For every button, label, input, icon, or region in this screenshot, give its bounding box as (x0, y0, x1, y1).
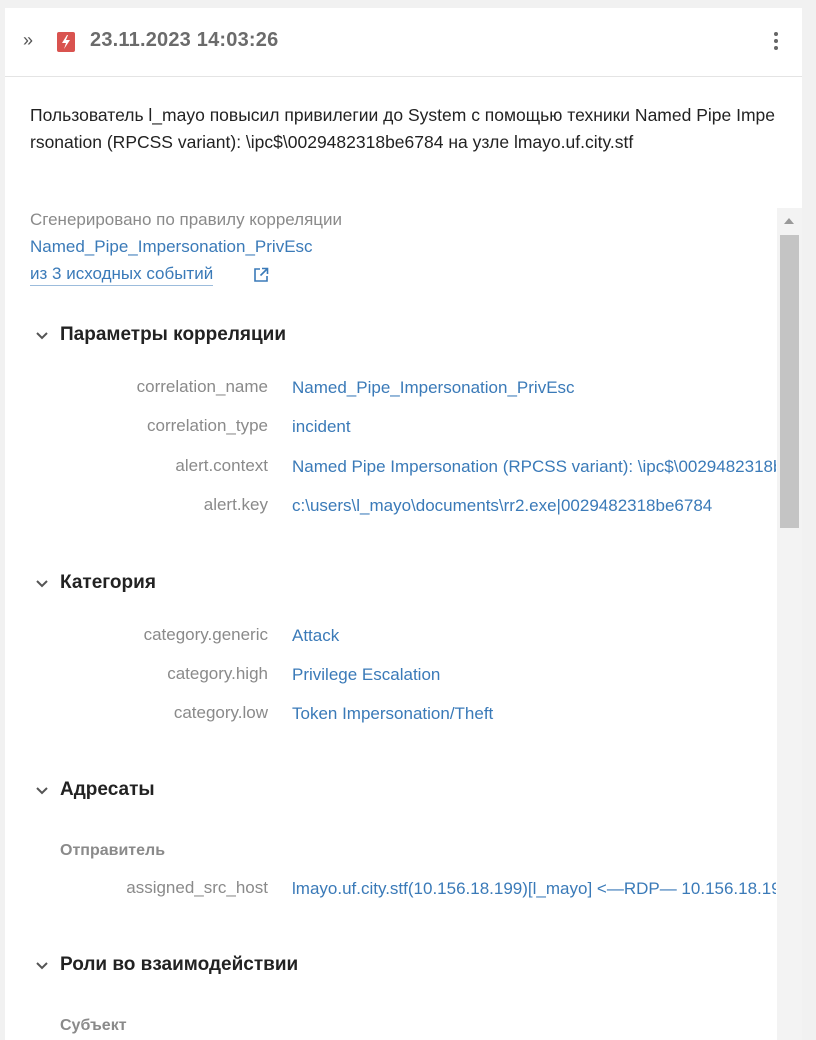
field-key: alert.key (203, 495, 268, 514)
collapse-icon[interactable]: » (23, 30, 33, 50)
chevron-down-icon[interactable] (35, 784, 49, 798)
field-value[interactable]: lmayo.uf.city.stf(10.156.18.199)[l_mayo]… (292, 879, 776, 899)
correlation-rule-link[interactable]: Named_Pipe_Impersonation_PrivEsc (30, 237, 313, 257)
section-title-correlation[interactable]: Параметры корреляции (60, 324, 286, 346)
field-key: correlation_type (147, 416, 268, 435)
field-key: alert.context (175, 456, 268, 475)
details-scroll-area[interactable]: Сгенерировано по правилу корреляции Name… (5, 208, 802, 1040)
more-options-icon[interactable] (773, 32, 779, 52)
section-title-category[interactable]: Категория (60, 572, 156, 594)
incident-description: Пользователь l_mayo повысил привилегии д… (30, 105, 775, 152)
subgroup-sender: Отправитель (60, 842, 166, 859)
field-value[interactable]: Privilege Escalation (292, 665, 776, 685)
field-value[interactable]: Token Impersonation/Theft (292, 704, 776, 724)
scroll-up-arrow-icon[interactable] (784, 218, 794, 224)
field-key: category.low (173, 703, 268, 722)
field-value[interactable]: Named Pipe Impersonation (RPCSS variant)… (292, 457, 776, 477)
field-value[interactable]: Attack (292, 626, 776, 646)
field-value[interactable]: Named_Pipe_Impersonation_PrivEsc (292, 378, 776, 398)
incident-panel: » 23.11.2023 14:03:26 Пользователь l_may… (5, 8, 802, 1040)
vertical-scrollbar[interactable] (777, 208, 802, 1040)
field-value[interactable]: c:\users\l_mayo\documents\rr2.exe|002948… (292, 496, 776, 516)
generated-by-label: Сгенерировано по правилу корреляции (30, 210, 343, 229)
source-events-link[interactable]: из 3 исходных событий (30, 264, 214, 286)
field-key: assigned_src_host (126, 878, 268, 897)
scrollbar-thumb[interactable] (780, 235, 799, 528)
incident-timestamp: 23.11.2023 14:03:26 (90, 29, 279, 51)
section-title-addressees[interactable]: Адресаты (60, 779, 155, 801)
incident-header: » 23.11.2023 14:03:26 (5, 8, 802, 77)
field-key: category.generic (143, 625, 268, 644)
field-key: correlation_name (136, 377, 268, 396)
external-link-icon[interactable] (253, 267, 269, 288)
chevron-down-icon[interactable] (35, 577, 49, 591)
chevron-down-icon[interactable] (35, 329, 49, 343)
field-key: category.high (167, 664, 268, 683)
section-title-roles[interactable]: Роли во взаимодействии (60, 954, 298, 976)
subgroup-subject: Субъект (60, 1017, 127, 1034)
lightning-icon (57, 32, 75, 52)
chevron-down-icon[interactable] (35, 959, 49, 973)
field-value[interactable]: incident (292, 417, 776, 437)
